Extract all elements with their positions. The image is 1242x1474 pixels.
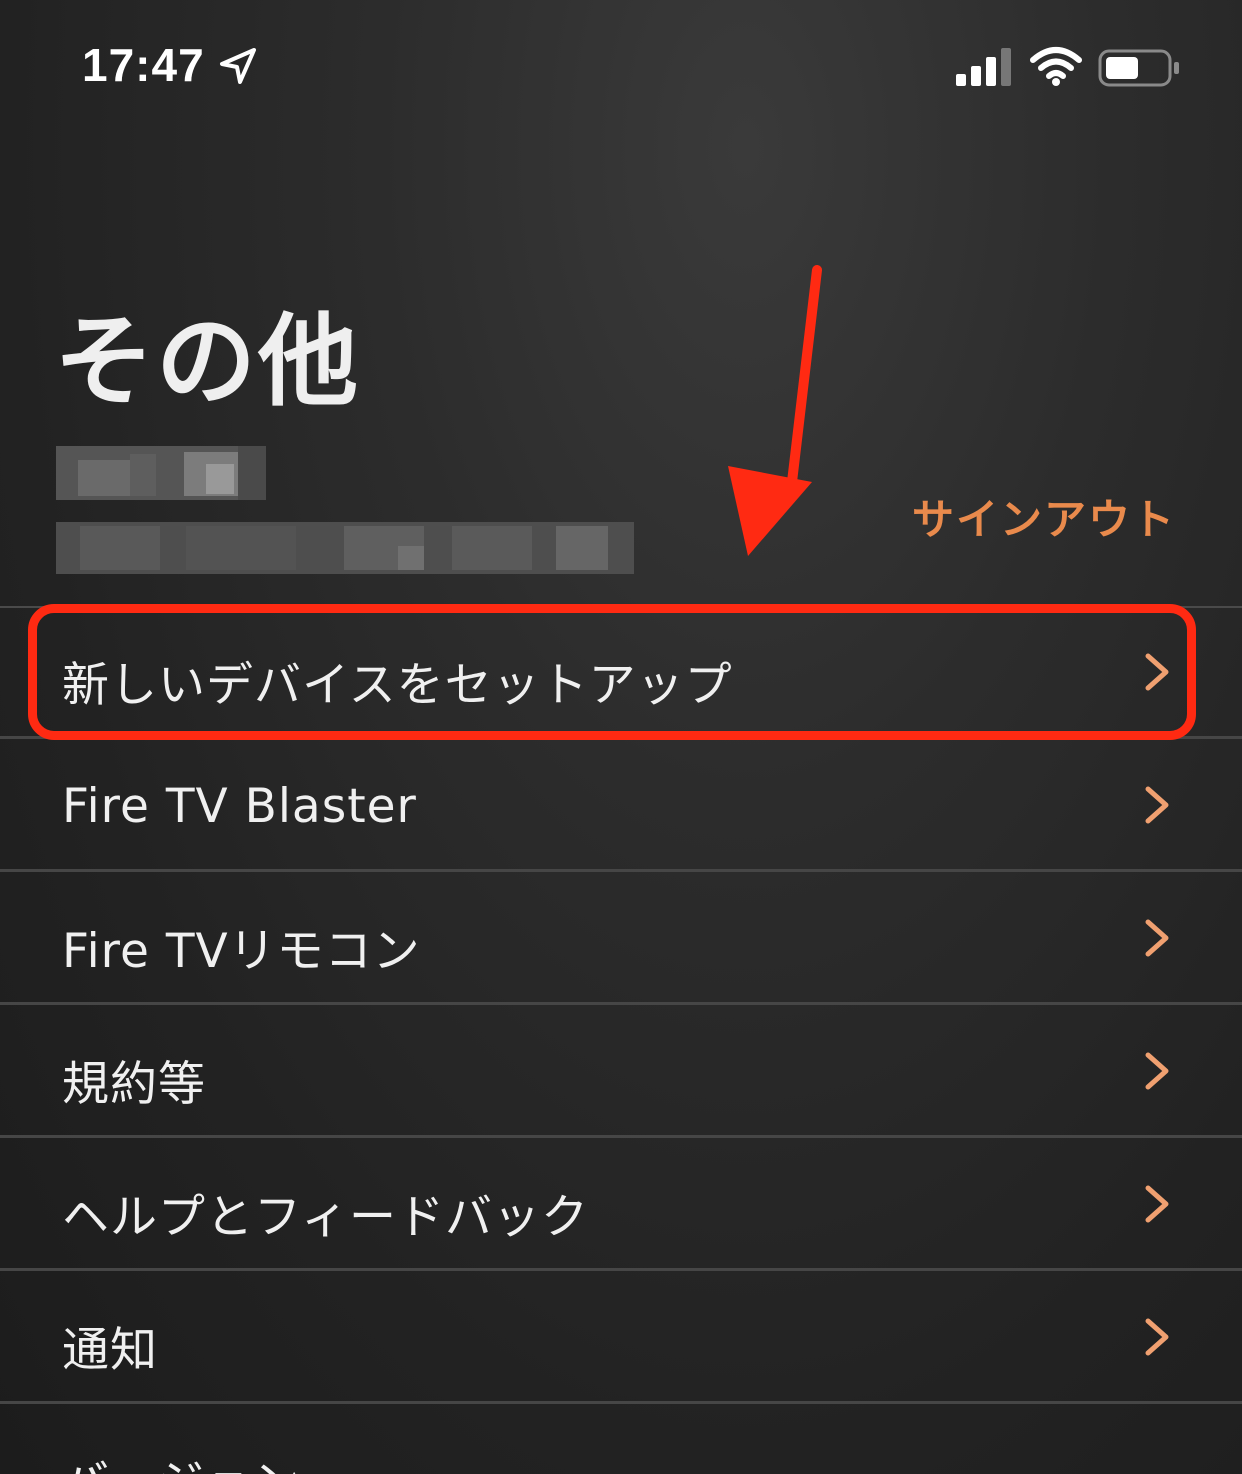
signout-button[interactable]: サインアウト	[912, 486, 1176, 547]
chevron-right-icon	[1145, 1052, 1169, 1090]
chevron-right-icon	[1145, 1185, 1169, 1223]
menu-item-label: Fire TV Blaster	[62, 779, 417, 834]
chevron-right-icon	[1145, 786, 1169, 824]
chevron-right-icon	[1145, 919, 1169, 957]
cellular-signal-icon	[956, 48, 1011, 86]
menu-item-notifications[interactable]: 通知	[0, 1271, 1242, 1404]
chevron-right-icon	[1145, 1318, 1169, 1356]
status-time: 17:47	[82, 39, 205, 91]
page-title: その他	[54, 303, 360, 420]
menu-item-terms[interactable]: 規約等	[0, 1005, 1242, 1138]
menu-item-label: 規約等	[62, 1057, 206, 1112]
menu-item-version: バージョン	[0, 1404, 1242, 1474]
chevron-right-icon	[1145, 653, 1169, 691]
battery-icon	[1098, 49, 1179, 87]
menu-item-label: バージョン	[62, 1444, 301, 1474]
menu-item-fire-tv-remote[interactable]: Fire TVリモコン	[0, 872, 1242, 1005]
menu-item-label: Fire TVリモコン	[62, 924, 421, 979]
status-bar: 17:47	[0, 0, 1242, 140]
menu-item-fire-tv-blaster[interactable]: Fire TV Blaster	[0, 739, 1242, 872]
wifi-icon	[1030, 47, 1082, 86]
settings-menu: 新しいデバイスをセットアップ Fire TV Blaster Fire TVリモ…	[0, 606, 1242, 1474]
location-arrow-icon	[220, 48, 256, 84]
menu-item-setup-new-device[interactable]: 新しいデバイスをセットアップ	[0, 606, 1242, 739]
menu-item-label: ヘルプとフィードバック	[62, 1190, 590, 1245]
menu-item-label: 新しいデバイスをセットアップ	[62, 658, 733, 713]
account-info-redacted	[56, 446, 636, 578]
menu-item-help-feedback[interactable]: ヘルプとフィードバック	[0, 1138, 1242, 1271]
menu-item-label: 通知	[62, 1323, 158, 1378]
